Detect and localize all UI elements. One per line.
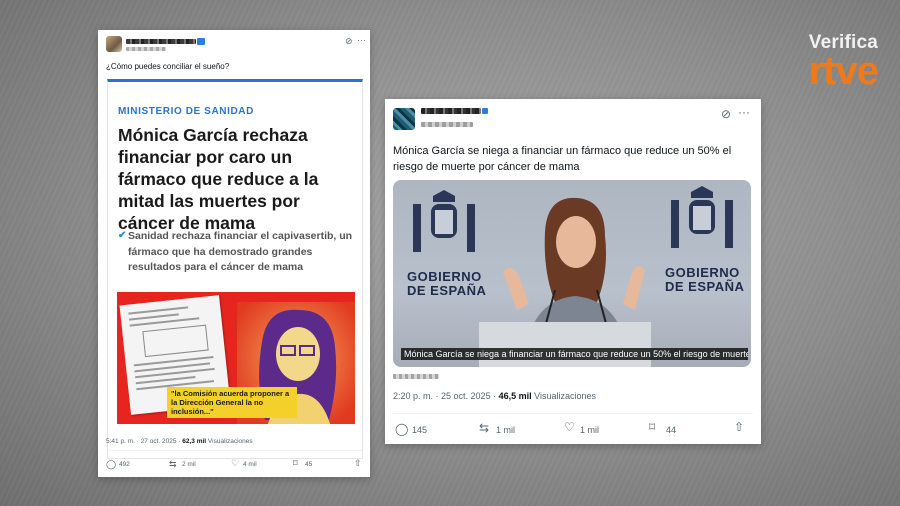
repost-icon: ⇆: [169, 459, 177, 469]
repost-count: 2 mil: [182, 461, 196, 468]
views-label: Visualizaciones: [207, 438, 253, 445]
avatar[interactable]: [106, 36, 122, 52]
grok-icon[interactable]: ⊘: [721, 107, 731, 121]
gov-logo-left: GOBIERNO DE ESPAÑA: [407, 269, 487, 298]
heart-icon: ♡: [231, 458, 240, 468]
video-caption: Mónica García se niega a financiar un fá…: [401, 348, 748, 360]
views-label: Visualizaciones: [534, 391, 596, 401]
gov-logo-right: GOBIERNO DE ESPAÑA: [665, 265, 745, 294]
article-headline: Mónica García rechaza financiar por caro…: [118, 125, 319, 233]
post-text: Mónica García se niega a financiar un fá…: [393, 145, 732, 173]
reply-icon: ◯: [395, 422, 409, 436]
divider: [393, 413, 753, 414]
article-section: MINISTERIO DE SANIDAD: [118, 106, 254, 117]
coat-of-arms-left: [413, 190, 475, 252]
post-views: 46,5 mil: [498, 391, 532, 401]
post-meta: 5:41 p. m. · 27 oct. 2025 · 62,3 mil Vis…: [106, 438, 253, 445]
post-time[interactable]: 2:20 p. m.: [393, 391, 433, 401]
repost-icon: ⇆: [479, 421, 490, 435]
article-image: "la Comisión acuerda proponer a la Direc…: [117, 292, 355, 424]
rtve-wordmark: rtve: [808, 49, 879, 93]
bookmark-icon: ⌑: [293, 458, 298, 468]
post-text: ¿Cómo puedes conciliar el sueño?: [106, 62, 230, 71]
left-post-card[interactable]: ⊘ ··· ¿Cómo puedes conciliar el sueño? M…: [98, 30, 370, 477]
coat-of-arms-right: [671, 186, 733, 248]
post-date[interactable]: 27 oct. 2025: [141, 438, 177, 445]
share-icon[interactable]: ⇧: [734, 420, 744, 434]
heart-icon: ♡: [564, 420, 575, 434]
divider: [106, 450, 362, 451]
reply-count: 492: [119, 461, 130, 468]
video-player[interactable]: GOBIERNO DE ESPAÑA GOBIERNO DE ESPAÑA Mó…: [393, 180, 751, 367]
check-icon: ✔: [118, 230, 127, 241]
article-subhead: Sanidad rechaza financiar el capivaserti…: [128, 230, 353, 273]
bookmark-count: 45: [305, 461, 313, 468]
post-date[interactable]: 25 oct. 2025: [441, 391, 491, 401]
reply-count: 145: [412, 425, 428, 435]
bookmark-count: 44: [666, 425, 677, 435]
more-icon[interactable]: ···: [738, 105, 750, 119]
lectern: [479, 322, 651, 367]
like-count: 1 mil: [580, 425, 600, 435]
avatar[interactable]: [393, 108, 415, 130]
verifica-rtve-logo: Verifica rtve: [758, 32, 879, 93]
post-time[interactable]: 5:41 p. m.: [106, 438, 135, 445]
bookmark-icon: ⌑: [649, 420, 656, 434]
post-meta: 2:20 p. m. · 25 oct. 2025 · 46,5 mil Vis…: [393, 391, 596, 401]
article-screenshot[interactable]: MINISTERIO DE SANIDAD Mónica García rech…: [107, 79, 363, 459]
share-icon[interactable]: ⇧: [354, 458, 362, 469]
right-post-card[interactable]: ⊘ ··· Mónica García se niega a financiar…: [385, 99, 761, 444]
repost-count: 1 mil: [496, 425, 516, 435]
grok-icon[interactable]: ⊘: [345, 36, 353, 47]
like-count: 4 mil: [243, 461, 257, 468]
post-views: 62,3 mil: [182, 438, 207, 445]
quote-highlight: "la Comisión acuerda proponer a la Direc…: [167, 387, 297, 418]
reply-icon: ◯: [106, 459, 117, 469]
more-icon[interactable]: ···: [357, 35, 366, 45]
